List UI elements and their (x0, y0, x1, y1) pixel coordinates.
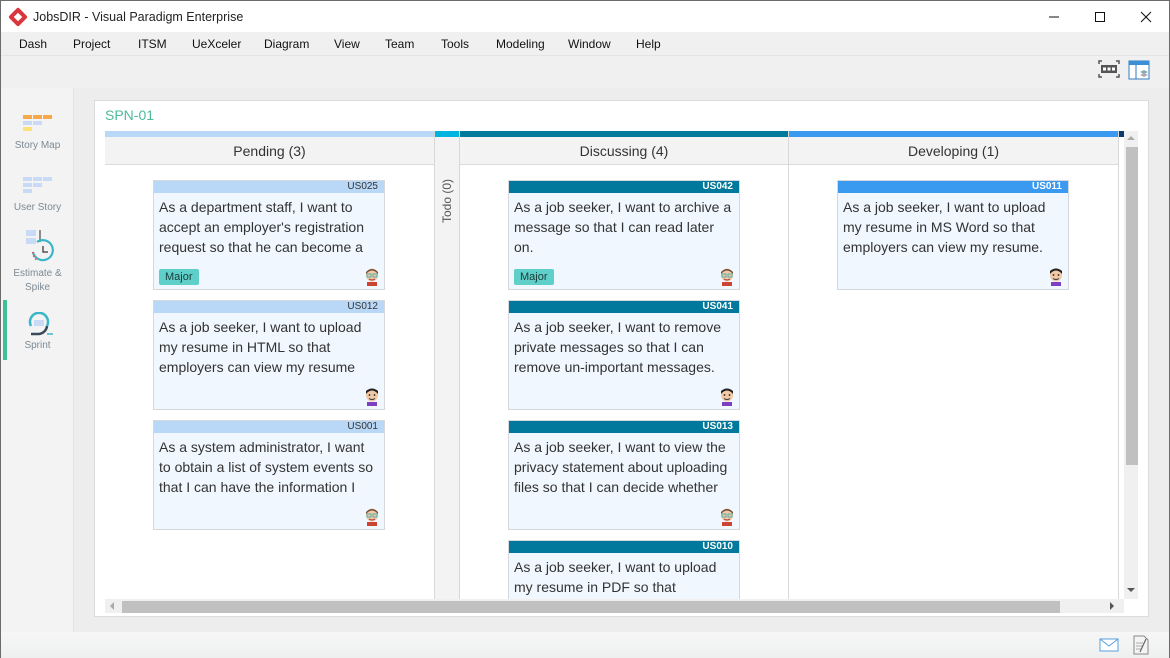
story-card-id: US013 (509, 421, 739, 433)
story-card[interactable]: US042 As a job seeker, I want to archive… (508, 180, 740, 290)
story-card[interactable]: US012 As a job seeker, I want to upload … (153, 300, 385, 410)
menu-window[interactable]: Window (568, 37, 611, 51)
close-icon (1140, 11, 1152, 22)
minimize-button[interactable] (1031, 1, 1077, 32)
menu-uexceler[interactable]: UeXceler (192, 37, 241, 51)
horizontal-scroll-thumb[interactable] (122, 601, 1060, 613)
window-title: JobsDIR - Visual Paradigm Enterprise (33, 9, 244, 24)
close-button[interactable] (1123, 1, 1169, 32)
nav-estimate-spike[interactable]: Estimate & Spike (1, 228, 74, 295)
column-pending: Pending (3) US025 As a department staff,… (105, 131, 435, 599)
estimate-spike-icon (25, 230, 54, 262)
nav-sprint-label: Sprint (24, 340, 51, 351)
priority-badge: Major (514, 269, 554, 285)
app-window: JobsDIR - Visual Paradigm Enterprise Das… (0, 0, 1170, 658)
avatar-glasses-icon (366, 268, 378, 286)
avatar-glasses-icon (366, 508, 378, 526)
nav-user-story[interactable]: User Story (1, 176, 74, 215)
avatar-purple-icon (1050, 268, 1062, 286)
title-bar: JobsDIR - Visual Paradigm Enterprise (1, 1, 1169, 32)
scroll-left-arrow-icon[interactable] (109, 602, 115, 610)
story-card-id: US001 (154, 421, 384, 433)
nav-estimate-spike-label-1: Estimate & (13, 268, 62, 279)
story-card[interactable]: US010 As a job seeker, I want to upload … (508, 540, 740, 599)
toolbar (1, 56, 1169, 88)
priority-badge: Major (159, 269, 199, 285)
story-card[interactable]: US013 As a job seeker, I want to view th… (508, 420, 740, 530)
story-card-id: US025 (154, 181, 384, 193)
column-todo-color-bar (435, 131, 459, 137)
column-discussing-header[interactable]: Discussing (4) (460, 137, 788, 165)
story-card[interactable]: US041 As a job seeker, I want to remove … (508, 300, 740, 410)
scroll-up-arrow-icon[interactable] (1127, 135, 1135, 141)
menu-tools[interactable]: Tools (441, 37, 469, 51)
avatar-glasses-icon (721, 508, 733, 526)
visual-paradigm-logo-icon (8, 6, 28, 27)
notes-icon[interactable] (1133, 635, 1149, 655)
status-bar (1, 632, 1169, 658)
story-card-text: As a job seeker, I want to upload my res… (514, 559, 717, 595)
story-card-id: US012 (154, 301, 384, 313)
story-map-icon (22, 115, 52, 131)
story-card[interactable]: US011 As a job seeker, I want to upload … (837, 180, 1069, 290)
menu-project[interactable]: Project (73, 37, 110, 51)
avatar-purple-icon (721, 388, 733, 406)
fit-to-window-button[interactable] (1098, 60, 1120, 80)
story-card-text: As a job seeker, I want to remove privat… (514, 319, 721, 375)
story-card-text: As a job seeker, I want to archive a mes… (514, 199, 732, 255)
scroll-down-arrow-icon[interactable] (1127, 587, 1135, 593)
story-card-id: US042 (509, 181, 739, 193)
menu-help[interactable]: Help (636, 37, 661, 51)
horizontal-scrollbar[interactable] (105, 599, 1124, 613)
scroll-right-arrow-icon[interactable] (1109, 602, 1115, 610)
menu-modeling[interactable]: Modeling (496, 37, 545, 51)
story-card-text: As a system administrator, I want to obt… (159, 439, 373, 495)
column-discussing: Discussing (4) US042 As a job seeker, I … (460, 131, 789, 599)
avatar-glasses-icon (721, 268, 733, 286)
story-card[interactable]: US001 As a system administrator, I want … (153, 420, 385, 530)
kanban-board: Pending (3) US025 As a department staff,… (105, 131, 1124, 599)
minimize-icon (1049, 16, 1059, 17)
story-card-text: As a department staff, I want to accept … (159, 199, 364, 255)
avatar-purple-icon (366, 388, 378, 406)
column-todo-label: Todo (0) (440, 178, 454, 224)
story-card-text: As a job seeker, I want to upload my res… (159, 319, 362, 375)
panel-layout-button[interactable] (1128, 60, 1150, 80)
column-developing: Developing (1) US011 As a job seeker, I … (789, 131, 1119, 599)
fit-to-window-icon (1098, 60, 1120, 78)
nav-story-map-label: Story Map (14, 140, 61, 151)
menu-view[interactable]: View (334, 37, 360, 51)
column-developing-header[interactable]: Developing (1) (789, 137, 1118, 165)
story-card-id: US011 (838, 181, 1068, 193)
sprint-panel: SPN-01 Pending (3) US025 As a department… (94, 100, 1149, 617)
panel-layout-icon (1128, 60, 1150, 80)
nav-user-story-label: User Story (13, 202, 62, 213)
maximize-button[interactable] (1077, 1, 1123, 32)
column-todo-collapsed[interactable]: Todo (0) (435, 131, 460, 599)
story-card[interactable]: US025 As a department staff, I want to a… (153, 180, 385, 290)
menu-itsm[interactable]: ITSM (138, 37, 167, 51)
story-card-text: As a job seeker, I want to view the priv… (514, 439, 728, 495)
story-card-text: As a job seeker, I want to upload my res… (843, 199, 1046, 255)
vertical-scrollbar[interactable] (1124, 131, 1138, 599)
nav-sprint[interactable]: Sprint (1, 311, 74, 353)
mail-icon[interactable] (1099, 638, 1119, 652)
nav-estimate-spike-label-2: Spike (24, 282, 50, 293)
sprint-icon (28, 311, 53, 336)
left-navigation: Story Map User Story Estimate & Spike Sp… (1, 88, 74, 632)
user-story-icon (22, 177, 52, 193)
sprint-title: SPN-01 (105, 107, 155, 123)
nav-story-map[interactable]: Story Map (1, 114, 74, 153)
menu-bar: Dash Project ITSM UeXceler Diagram View … (1, 32, 1169, 56)
vertical-scroll-thumb[interactable] (1126, 147, 1138, 465)
menu-diagram[interactable]: Diagram (264, 37, 309, 51)
maximize-icon (1095, 11, 1105, 22)
story-card-id: US041 (509, 301, 739, 313)
menu-dash[interactable]: Dash (19, 37, 47, 51)
story-card-id: US010 (509, 541, 739, 553)
menu-team[interactable]: Team (385, 37, 414, 51)
column-pending-header[interactable]: Pending (3) (105, 137, 434, 165)
